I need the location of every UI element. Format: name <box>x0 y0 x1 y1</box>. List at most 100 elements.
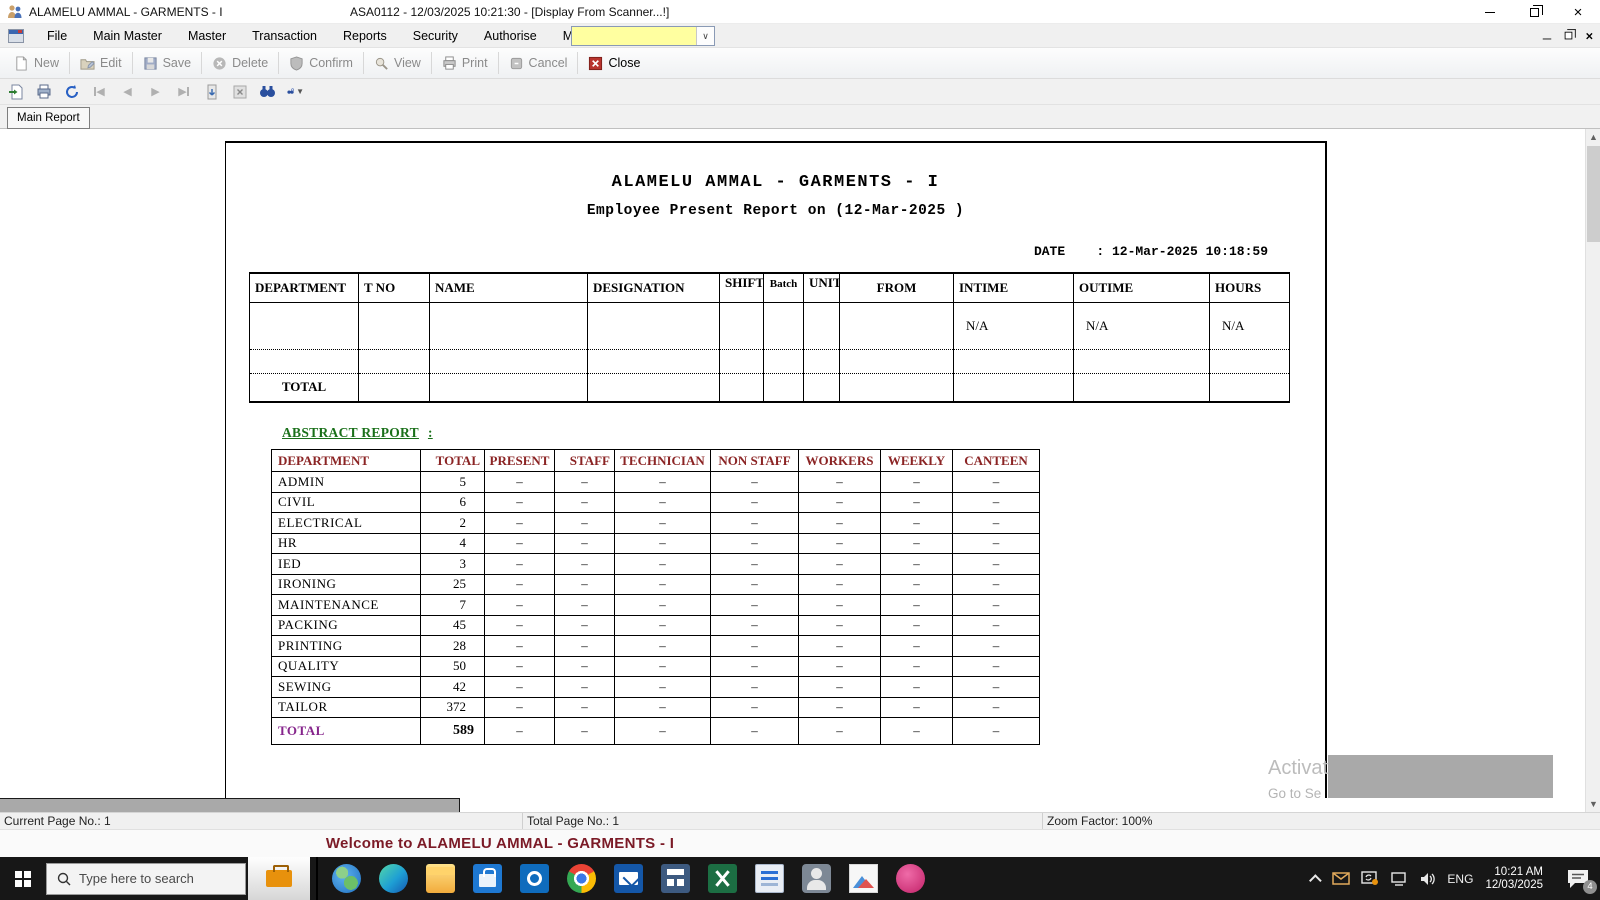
globe-icon[interactable] <box>332 864 361 893</box>
cell <box>719 373 764 402</box>
menu-item-master[interactable]: Master <box>175 25 239 47</box>
close-report-button[interactable]: Close <box>580 52 648 75</box>
people-settings-icon[interactable] <box>802 864 831 893</box>
tray-mail-icon[interactable] <box>1331 869 1351 889</box>
tray-speaker-icon[interactable] <box>1418 869 1438 889</box>
abstract-cell-dash: – <box>880 573 953 595</box>
taskbar-clock[interactable]: 10:21 AM 12/03/2025 <box>1485 866 1543 892</box>
taskbar-search[interactable]: Type here to search <box>46 862 246 895</box>
save-button[interactable]: Save <box>135 52 200 75</box>
abstract-cell-dash: – <box>952 471 1040 493</box>
abstract-header-staff: STAFF <box>554 449 615 472</box>
paint-icon[interactable] <box>896 864 925 893</box>
goto-page-button[interactable] <box>203 83 220 100</box>
outlook-icon[interactable] <box>520 864 549 893</box>
mdi-restore-icon <box>1564 29 1576 40</box>
menu-item-transaction[interactable]: Transaction <box>239 25 330 47</box>
file-explorer-icon[interactable] <box>426 864 455 893</box>
restore-button[interactable] <box>1512 0 1556 24</box>
menu-item-file[interactable]: File <box>34 25 80 47</box>
language-indicator[interactable]: ENG <box>1447 872 1473 886</box>
chrome-icon[interactable] <box>567 864 596 893</box>
abstract-cell-dash: – <box>554 573 615 595</box>
header-label: DEPARTMENT <box>255 279 347 295</box>
confirm-button[interactable]: Confirm <box>281 52 361 75</box>
document-icon[interactable] <box>755 864 784 893</box>
view-button[interactable]: View <box>366 52 429 75</box>
close-button[interactable]: × <box>1556 0 1600 24</box>
abstract-report-heading: ABSTRACT REPORT: <box>282 425 433 441</box>
horizontal-scrollbar-thumb[interactable] <box>0 798 460 812</box>
abstract-header-department: DEPARTMENT <box>271 449 421 472</box>
find-text-button[interactable] <box>259 83 276 100</box>
active-app-button[interactable] <box>248 857 310 900</box>
store-icon[interactable] <box>473 864 502 893</box>
action-center-button[interactable]: 4 <box>1566 868 1597 894</box>
employee-header-batch: Batch <box>763 273 804 303</box>
first-page-button[interactable]: ◀ <box>91 83 108 100</box>
zoom-button[interactable]: ▼ <box>287 83 304 100</box>
refresh-button[interactable] <box>63 83 80 100</box>
confirm-label: Confirm <box>309 56 353 70</box>
abstract-cell-dash: – <box>554 717 615 745</box>
scroll-down-icon[interactable]: ▼ <box>1586 796 1600 812</box>
tray-network-icon[interactable] <box>1389 869 1409 889</box>
mdi-close-button[interactable]: × <box>1586 30 1593 43</box>
abstract-cell-dash: – <box>484 635 555 657</box>
abstract-cell-department: IRONING <box>271 573 421 595</box>
abstract-cell-dash: – <box>614 696 711 718</box>
abstract-cell-dash: – <box>798 614 881 636</box>
header-label: DESIGNATION <box>593 279 685 295</box>
vertical-scrollbar[interactable]: ▲ ▼ <box>1585 129 1600 812</box>
combo-value <box>572 27 696 45</box>
abstract-cell-total: 372 <box>420 696 485 718</box>
toolbar-separator <box>201 52 203 74</box>
menu-item-security[interactable]: Security <box>400 25 471 47</box>
excel-icon[interactable] <box>708 864 737 893</box>
new-button[interactable]: New <box>6 52 67 75</box>
abstract-cell-dash: – <box>554 696 615 718</box>
cell <box>358 373 430 402</box>
menu-bar: File Main Master Master Transaction Reports S… <box>0 24 1600 48</box>
cancel-button[interactable]: Cancel <box>501 52 576 75</box>
combo-dropdown-icon[interactable]: ∨ <box>696 27 714 45</box>
export-button[interactable] <box>7 83 24 100</box>
close-label: Close <box>608 56 641 70</box>
print-report-button[interactable] <box>35 83 52 100</box>
abstract-cell-dash: – <box>614 614 711 636</box>
tab-main-report[interactable]: Main Report <box>7 107 90 129</box>
abstract-cell-dash: – <box>880 553 953 575</box>
mdi-minimize-button[interactable] <box>1542 28 1552 43</box>
abstract-cell-dash: – <box>952 594 1040 616</box>
abstract-cell-dash: – <box>614 553 711 575</box>
edit-button[interactable]: Edit <box>72 52 130 75</box>
cancel-loading-button[interactable] <box>231 83 248 100</box>
last-page-button[interactable]: ▶ <box>175 83 192 100</box>
cell <box>803 373 840 402</box>
calculator-icon[interactable] <box>661 864 690 893</box>
edge-icon[interactable] <box>379 864 408 893</box>
scroll-up-icon[interactable]: ▲ <box>1586 129 1600 145</box>
minimize-button[interactable] <box>1468 0 1512 24</box>
report-combo-box[interactable]: ∨ <box>571 26 715 46</box>
photos-icon[interactable] <box>849 864 878 893</box>
menu-item-main-master[interactable]: Main Master <box>80 25 175 47</box>
previous-page-button[interactable]: ◀ <box>119 83 136 100</box>
abstract-cell-dash: – <box>952 532 1040 554</box>
abstract-cell-department: MAINTENANCE <box>271 594 421 616</box>
vertical-scrollbar-thumb[interactable] <box>1587 146 1600 242</box>
abstract-cell-dash: – <box>614 532 711 554</box>
previous-page-icon: ◀ <box>123 86 132 98</box>
mdi-restore-button[interactable] <box>1564 28 1576 43</box>
zoom-dropdown-icon[interactable]: ▼ <box>296 87 304 96</box>
mail-icon[interactable] <box>614 864 643 893</box>
tray-sync-icon[interactable] <box>1360 869 1380 889</box>
print-button[interactable]: Print <box>434 52 496 75</box>
start-button[interactable] <box>0 857 46 900</box>
menu-item-authorise[interactable]: Authorise <box>471 25 550 47</box>
tray-chevron-up-icon[interactable] <box>1309 874 1323 887</box>
delete-button[interactable]: Delete <box>204 52 276 75</box>
menu-item-reports[interactable]: Reports <box>330 25 400 47</box>
edit-folder-icon <box>80 58 95 70</box>
next-page-button[interactable]: ▶ <box>147 83 164 100</box>
